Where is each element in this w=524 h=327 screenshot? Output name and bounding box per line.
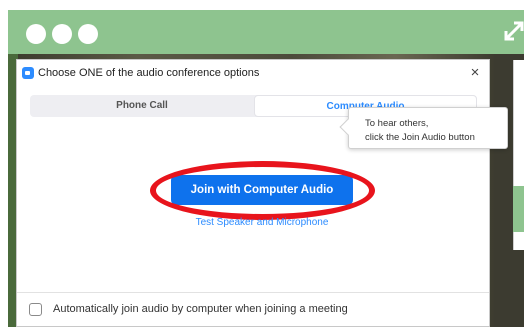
window-controls	[26, 24, 98, 44]
close-icon[interactable]: ×	[467, 65, 483, 81]
join-audio-tooltip: To hear others, click the Join Audio but…	[339, 107, 508, 149]
screenshot-frame: Choose ONE of the audio conference optio…	[0, 0, 524, 327]
auto-join-label: Automatically join audio by computer whe…	[53, 303, 348, 315]
tab-phone-call[interactable]: Phone Call	[30, 95, 254, 117]
audio-options-dialog: Choose ONE of the audio conference optio…	[16, 59, 490, 327]
dialog-title: Choose ONE of the audio conference optio…	[38, 67, 260, 79]
join-computer-audio-button[interactable]: Join with Computer Audio	[171, 175, 353, 205]
zoom-app-icon	[22, 67, 34, 79]
test-speaker-microphone-link[interactable]: Test Speaker and Microphone	[162, 217, 362, 228]
auto-join-checkbox[interactable]	[29, 303, 42, 316]
window-dot-icon[interactable]	[78, 24, 98, 44]
tooltip-line-1: To hear others,	[365, 118, 429, 129]
expand-icon[interactable]	[503, 20, 524, 42]
window-dot-icon[interactable]	[26, 24, 46, 44]
dialog-title-bar: Choose ONE of the audio conference optio…	[17, 60, 489, 88]
dialog-footer: Automatically join audio by computer whe…	[17, 292, 489, 326]
tooltip-line-2: click the Join Audio button	[365, 132, 475, 143]
window-dot-icon[interactable]	[52, 24, 72, 44]
side-panel-accent	[513, 186, 524, 232]
